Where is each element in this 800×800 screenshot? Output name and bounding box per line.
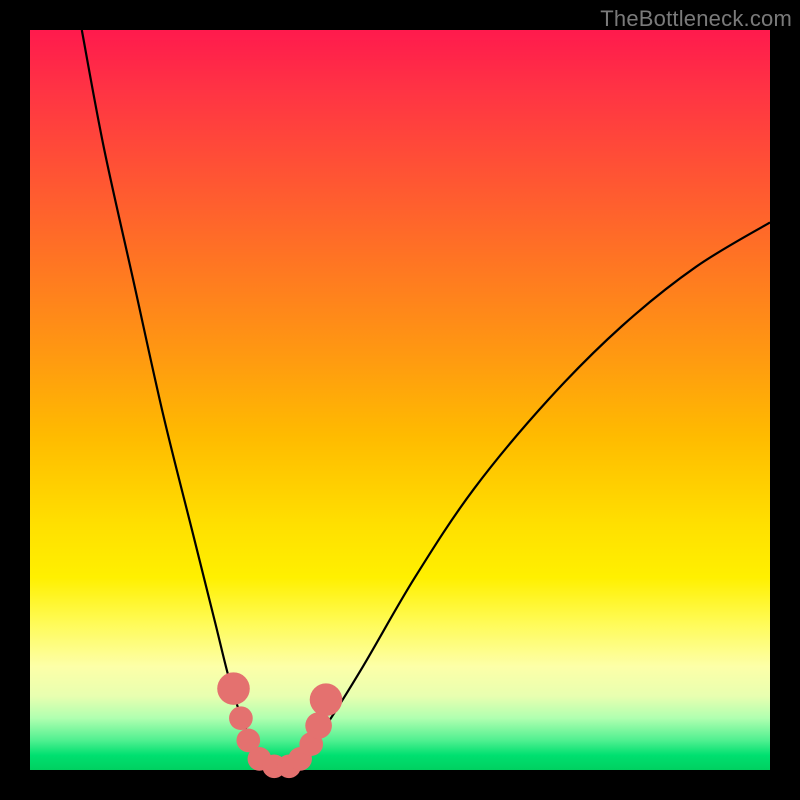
curve-svg (30, 30, 770, 770)
watermark-text: TheBottleneck.com (600, 6, 792, 32)
marker-dot (305, 712, 332, 739)
marker-dot (310, 683, 343, 716)
marker-dot (217, 672, 250, 705)
chart-frame: TheBottleneck.com (0, 0, 800, 800)
marker-dot (229, 706, 253, 730)
plot-area (30, 30, 770, 770)
bottleneck-curve (82, 30, 770, 772)
marker-group (217, 672, 342, 778)
